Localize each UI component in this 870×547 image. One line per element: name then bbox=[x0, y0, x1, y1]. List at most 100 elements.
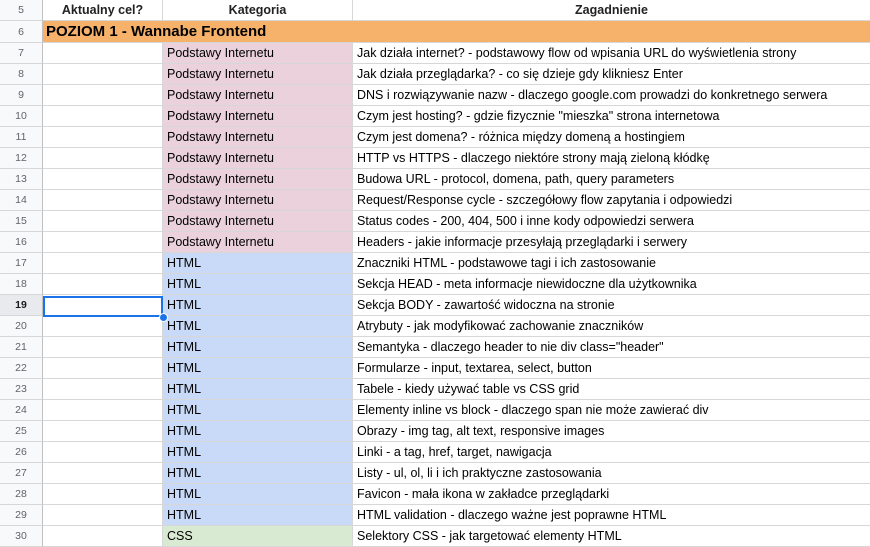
topic-cell[interactable]: Request/Response cycle - szczegółowy flo… bbox=[353, 190, 870, 211]
topic-cell[interactable]: Jak działa internet? - podstawowy flow o… bbox=[353, 43, 870, 64]
topic-cell[interactable]: Znaczniki HTML - podstawowe tagi i ich z… bbox=[353, 253, 870, 274]
table-row: 8 Podstawy Internetu Jak działa przeglądar… bbox=[0, 64, 870, 85]
row-number[interactable]: 16 bbox=[0, 232, 43, 253]
section-title[interactable]: POZIOM 1 - Wannabe Frontend bbox=[43, 21, 870, 43]
category-cell[interactable]: Podstawy Internetu bbox=[163, 232, 353, 253]
row-number[interactable]: 5 bbox=[0, 0, 43, 21]
fill-handle[interactable] bbox=[159, 313, 168, 322]
category-cell[interactable]: HTML bbox=[163, 463, 353, 484]
topic-cell[interactable]: Sekcja HEAD - meta informacje niewidoczn… bbox=[353, 274, 870, 295]
row-number[interactable]: 15 bbox=[0, 211, 43, 232]
aim-cell[interactable] bbox=[43, 190, 163, 211]
aim-cell[interactable] bbox=[43, 169, 163, 190]
category-cell[interactable]: HTML bbox=[163, 505, 353, 526]
aim-cell[interactable] bbox=[43, 421, 163, 442]
topic-cell[interactable]: Favicon - mała ikona w zakładce przegląd… bbox=[353, 484, 870, 505]
category-cell[interactable]: Podstawy Internetu bbox=[163, 64, 353, 85]
row-number[interactable]: 18 bbox=[0, 274, 43, 295]
row-number[interactable]: 6 bbox=[0, 21, 43, 43]
aim-cell[interactable] bbox=[43, 442, 163, 463]
row-number[interactable]: 11 bbox=[0, 127, 43, 148]
row-number[interactable]: 17 bbox=[0, 253, 43, 274]
header-cell-aim[interactable]: Aktualny cel? bbox=[43, 0, 163, 21]
category-cell[interactable]: HTML bbox=[163, 484, 353, 505]
topic-cell[interactable]: Obrazy - img tag, alt text, responsive i… bbox=[353, 421, 870, 442]
row-number[interactable]: 7 bbox=[0, 43, 43, 64]
row-number[interactable]: 25 bbox=[0, 421, 43, 442]
row-number[interactable]: 23 bbox=[0, 379, 43, 400]
header-cell-category[interactable]: Kategoria bbox=[163, 0, 353, 21]
topic-cell[interactable]: Tabele - kiedy używać table vs CSS grid bbox=[353, 379, 870, 400]
aim-cell[interactable] bbox=[43, 148, 163, 169]
row-number[interactable]: 8 bbox=[0, 64, 43, 85]
category-cell[interactable]: HTML bbox=[163, 400, 353, 421]
category-cell[interactable]: HTML bbox=[163, 253, 353, 274]
row-number[interactable]: 27 bbox=[0, 463, 43, 484]
aim-cell[interactable] bbox=[43, 295, 163, 316]
aim-cell[interactable] bbox=[43, 400, 163, 421]
aim-cell[interactable] bbox=[43, 232, 163, 253]
topic-cell[interactable]: Jak działa przeglądarka? - co się dzieje… bbox=[353, 64, 870, 85]
aim-cell[interactable] bbox=[43, 379, 163, 400]
row-number[interactable]: 22 bbox=[0, 358, 43, 379]
topic-cell[interactable]: Elementy inline vs block - dlaczego span… bbox=[353, 400, 870, 421]
topic-cell[interactable]: HTTP vs HTTPS - dlaczego niektóre strony… bbox=[353, 148, 870, 169]
topic-cell[interactable]: Atrybuty - jak modyfikować zachowanie zn… bbox=[353, 316, 870, 337]
row-number[interactable]: 20 bbox=[0, 316, 43, 337]
category-cell[interactable]: Podstawy Internetu bbox=[163, 106, 353, 127]
category-cell[interactable]: Podstawy Internetu bbox=[163, 127, 353, 148]
topic-cell[interactable]: Semantyka - dlaczego header to nie div c… bbox=[353, 337, 870, 358]
aim-cell[interactable] bbox=[43, 64, 163, 85]
topic-cell[interactable]: DNS i rozwiązywanie nazw - dlaczego goog… bbox=[353, 85, 870, 106]
row-number[interactable]: 19 bbox=[0, 295, 43, 316]
row-number[interactable]: 14 bbox=[0, 190, 43, 211]
category-cell[interactable]: Podstawy Internetu bbox=[163, 190, 353, 211]
aim-cell[interactable] bbox=[43, 505, 163, 526]
aim-cell[interactable] bbox=[43, 484, 163, 505]
topic-cell[interactable]: Status codes - 200, 404, 500 i inne kody… bbox=[353, 211, 870, 232]
row-number[interactable]: 29 bbox=[0, 505, 43, 526]
topic-cell[interactable]: Czym jest domena? - różnica między domen… bbox=[353, 127, 870, 148]
topic-cell[interactable]: Linki - a tag, href, target, nawigacja bbox=[353, 442, 870, 463]
aim-cell[interactable] bbox=[43, 85, 163, 106]
category-cell[interactable]: HTML bbox=[163, 358, 353, 379]
category-cell[interactable]: HTML bbox=[163, 337, 353, 358]
row-number[interactable]: 12 bbox=[0, 148, 43, 169]
topic-cell[interactable]: Formularze - input, textarea, select, bu… bbox=[353, 358, 870, 379]
row-number[interactable]: 26 bbox=[0, 442, 43, 463]
row-number[interactable]: 9 bbox=[0, 85, 43, 106]
topic-cell[interactable]: Headers - jakie informacje przesyłają pr… bbox=[353, 232, 870, 253]
topic-cell[interactable]: Listy - ul, ol, li i ich praktyczne zast… bbox=[353, 463, 870, 484]
topic-cell[interactable]: Czym jest hosting? - gdzie fizycznie "mi… bbox=[353, 106, 870, 127]
category-cell[interactable]: HTML bbox=[163, 274, 353, 295]
aim-cell[interactable] bbox=[43, 274, 163, 295]
aim-cell[interactable] bbox=[43, 106, 163, 127]
aim-cell[interactable] bbox=[43, 43, 163, 64]
row-number[interactable]: 24 bbox=[0, 400, 43, 421]
header-cell-topic[interactable]: Zagadnienie bbox=[353, 0, 870, 21]
topic-cell[interactable]: Sekcja BODY - zawartość widoczna na stro… bbox=[353, 295, 870, 316]
category-cell[interactable]: HTML bbox=[163, 316, 353, 337]
row-number[interactable]: 10 bbox=[0, 106, 43, 127]
topic-cell[interactable]: Budowa URL - protocol, domena, path, que… bbox=[353, 169, 870, 190]
category-cell[interactable]: HTML bbox=[163, 421, 353, 442]
row-number[interactable]: 21 bbox=[0, 337, 43, 358]
category-cell[interactable]: Podstawy Internetu bbox=[163, 169, 353, 190]
aim-cell[interactable] bbox=[43, 358, 163, 379]
aim-cell[interactable] bbox=[43, 253, 163, 274]
category-cell[interactable]: Podstawy Internetu bbox=[163, 43, 353, 64]
aim-cell[interactable] bbox=[43, 463, 163, 484]
row-number[interactable]: 13 bbox=[0, 169, 43, 190]
category-cell[interactable]: HTML bbox=[163, 442, 353, 463]
aim-cell[interactable] bbox=[43, 127, 163, 148]
aim-cell[interactable] bbox=[43, 211, 163, 232]
topic-cell[interactable]: HTML validation - dlaczego ważne jest po… bbox=[353, 505, 870, 526]
aim-cell[interactable] bbox=[43, 337, 163, 358]
category-cell[interactable]: Podstawy Internetu bbox=[163, 148, 353, 169]
category-cell[interactable]: HTML bbox=[163, 295, 353, 316]
category-cell[interactable]: Podstawy Internetu bbox=[163, 85, 353, 106]
aim-cell[interactable] bbox=[43, 316, 163, 337]
category-cell[interactable]: Podstawy Internetu bbox=[163, 211, 353, 232]
category-cell[interactable]: HTML bbox=[163, 379, 353, 400]
row-number[interactable]: 28 bbox=[0, 484, 43, 505]
